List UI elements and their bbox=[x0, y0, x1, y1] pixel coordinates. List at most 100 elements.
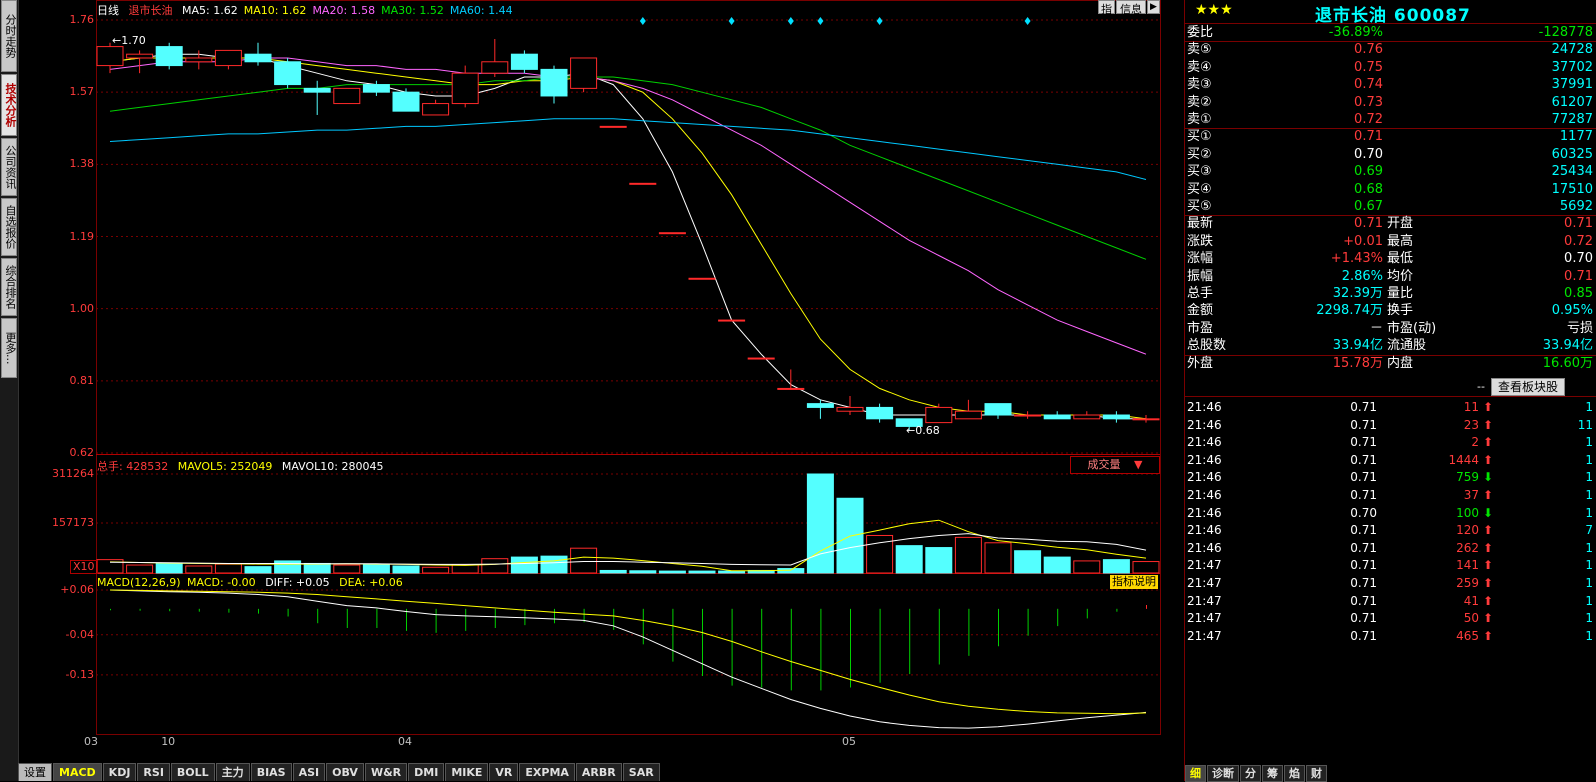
date-axis: 03 10 04 05 bbox=[0, 735, 1184, 749]
indicator-tab[interactable]: BIAS bbox=[250, 763, 292, 781]
buy-price: 0.69 bbox=[1354, 164, 1383, 180]
tick-row[interactable]: 21:46 0.71 262 ⬆ 1 bbox=[1185, 539, 1596, 557]
tick-row[interactable]: 21:47 0.71 141 ⬆ 1 bbox=[1185, 556, 1596, 574]
sector-dash: -- bbox=[1477, 380, 1485, 393]
date-label: 03 bbox=[84, 735, 98, 748]
panel-tab[interactable]: 财 bbox=[1306, 765, 1327, 782]
buy-label: 买② bbox=[1187, 146, 1212, 162]
tip-button[interactable]: 指 bbox=[1098, 0, 1115, 16]
candlestick bbox=[925, 403, 953, 424]
sidebar-tab-1[interactable]: 技术分析 bbox=[1, 74, 17, 136]
sidebar-tab-5[interactable]: 更多... bbox=[1, 318, 17, 378]
macd-dea-line bbox=[109, 589, 1147, 715]
settings-button[interactable]: 设置 bbox=[18, 763, 52, 781]
candlestick bbox=[688, 277, 716, 280]
indicator-tab[interactable]: SAR bbox=[622, 763, 660, 781]
panel-tab[interactable]: 筹 bbox=[1262, 765, 1283, 782]
tick-price: 0.71 bbox=[1350, 576, 1377, 590]
sidebar-tab-2[interactable]: 公司资讯 bbox=[1, 138, 17, 196]
tick-row[interactable]: 21:47 0.71 50 ⬆ 1 bbox=[1185, 609, 1596, 627]
candle-body bbox=[481, 61, 509, 74]
indicator-tab[interactable]: W&R bbox=[364, 763, 408, 781]
indicator-tab[interactable]: BOLL bbox=[170, 763, 215, 781]
sell-label: 卖① bbox=[1187, 112, 1212, 127]
candle-body bbox=[274, 61, 302, 86]
indicator-tab[interactable]: 主力 bbox=[215, 763, 250, 781]
candlestick bbox=[1014, 411, 1042, 419]
sell-row: 卖① 0.72 77287 bbox=[1185, 111, 1596, 129]
stat-label: 振幅 bbox=[1187, 268, 1214, 284]
tick-row[interactable]: 21:47 0.71 465 ⬆ 1 bbox=[1185, 627, 1596, 645]
buy-row: 买④ 0.68 17510 bbox=[1185, 181, 1596, 199]
panel-tab[interactable]: 细 bbox=[1185, 765, 1206, 782]
volume-bar bbox=[451, 564, 479, 574]
panel-tab[interactable]: 焰 bbox=[1284, 765, 1305, 782]
sidebar-tab-3[interactable]: 自选报价 bbox=[1, 198, 17, 256]
stock-name-label: 退市长油 bbox=[128, 4, 173, 17]
kline-chart-svg[interactable] bbox=[96, 0, 1184, 755]
panel-tab[interactable]: 分 bbox=[1240, 765, 1261, 782]
stat-label: 市盈(动) bbox=[1387, 320, 1437, 336]
indicator-tab[interactable]: RSI bbox=[137, 763, 170, 781]
chart-area[interactable] bbox=[96, 0, 1184, 755]
volume-bar bbox=[1043, 556, 1071, 574]
tick-row[interactable]: 21:46 0.71 1444 ⬆ 1 bbox=[1185, 451, 1596, 469]
sidebar-tab-4[interactable]: 综合排名 bbox=[1, 258, 17, 316]
candlestick bbox=[214, 49, 242, 70]
macd-help-button[interactable]: 指标说明 bbox=[1110, 575, 1158, 589]
indicator-tab[interactable]: ARBR bbox=[575, 763, 622, 781]
outer-label: 外盘 bbox=[1187, 355, 1214, 371]
price-axis: 1.76 1.57 1.38 1.19 1.00 0.81 0.62 311264 157173… bbox=[18, 0, 96, 755]
view-sector-stocks-button[interactable]: 查看板块股 bbox=[1491, 378, 1566, 396]
tick-price: 0.70 bbox=[1350, 505, 1377, 520]
sell-label: 卖⑤ bbox=[1187, 42, 1212, 58]
buy-price: 0.70 bbox=[1354, 146, 1383, 162]
tick-price: 0.71 bbox=[1350, 628, 1377, 643]
buy-price: 0.71 bbox=[1354, 129, 1383, 145]
candlestick bbox=[540, 65, 568, 104]
candlestick bbox=[244, 42, 272, 66]
tick-row[interactable]: 21:46 0.71 11 ⬆ 1 bbox=[1185, 398, 1596, 416]
indicator-tab[interactable]: KDJ bbox=[102, 763, 137, 781]
tick-count: 1 bbox=[1585, 611, 1593, 626]
buy-row: 买② 0.70 60325 bbox=[1185, 146, 1596, 164]
tick-row[interactable]: 21:46 0.71 23 ⬆ 11 bbox=[1185, 416, 1596, 434]
candle-body bbox=[214, 49, 242, 67]
tick-count: 1 bbox=[1585, 452, 1593, 467]
stat-row: 金额 2298.74万 换手 0.95% bbox=[1185, 302, 1596, 320]
chevron-down-icon: ▼ bbox=[1134, 458, 1143, 471]
candlestick bbox=[954, 399, 982, 420]
scroll-right-icon[interactable]: ▶ bbox=[1147, 0, 1160, 14]
tick-row[interactable]: 21:46 0.71 2 ⬆ 1 bbox=[1185, 433, 1596, 451]
stat-row: 市盈 －市盈(动) 亏损 bbox=[1185, 320, 1596, 338]
tick-time: 21:46 bbox=[1187, 400, 1222, 414]
sell-volume: 37702 bbox=[1551, 59, 1593, 75]
buy-volume: 60325 bbox=[1551, 146, 1593, 162]
indicator-tab[interactable]: VR bbox=[489, 763, 519, 781]
date-label: 10 bbox=[161, 735, 176, 748]
indicator-tab[interactable]: ASI bbox=[292, 763, 326, 781]
ma-legend-item: MA10: 1.62 bbox=[243, 4, 307, 17]
candle-body bbox=[570, 57, 598, 89]
candle-body bbox=[629, 182, 657, 185]
tick-row[interactable]: 21:47 0.71 259 ⬆ 1 bbox=[1185, 574, 1596, 592]
indicator-tab[interactable]: EXPMA bbox=[519, 763, 575, 781]
tick-row[interactable]: 21:46 0.71 37 ⬆ 1 bbox=[1185, 486, 1596, 504]
tick-row[interactable]: 21:46 0.71 120 ⬆ 7 bbox=[1185, 521, 1596, 539]
price-axis-label: 1.57 bbox=[69, 85, 95, 99]
tick-row[interactable]: 21:47 0.71 41 ⬆ 1 bbox=[1185, 592, 1596, 610]
tick-row[interactable]: 21:46 0.71 759 ⬇ 1 bbox=[1185, 468, 1596, 486]
volume-indicator-select[interactable]: 成交量 ▼ bbox=[1070, 456, 1160, 474]
tick-row[interactable]: 21:46 0.70 100 ⬇ 1 bbox=[1185, 504, 1596, 522]
sidebar-tab-0[interactable]: 分时走势 bbox=[1, 0, 17, 72]
indicator-tab[interactable]: OBV bbox=[326, 763, 364, 781]
volume-total: 总手: 428532 bbox=[97, 460, 169, 473]
candlestick bbox=[1073, 411, 1101, 420]
indicator-tab[interactable]: DMI bbox=[408, 763, 445, 781]
stat-label: 最新 bbox=[1187, 216, 1214, 232]
indicator-tab[interactable]: MACD bbox=[53, 763, 102, 781]
info-button[interactable]: 信息 bbox=[1116, 0, 1146, 16]
candle-body bbox=[333, 87, 361, 105]
indicator-tab[interactable]: MIKE bbox=[445, 763, 489, 781]
panel-tab[interactable]: 诊断 bbox=[1207, 765, 1239, 782]
